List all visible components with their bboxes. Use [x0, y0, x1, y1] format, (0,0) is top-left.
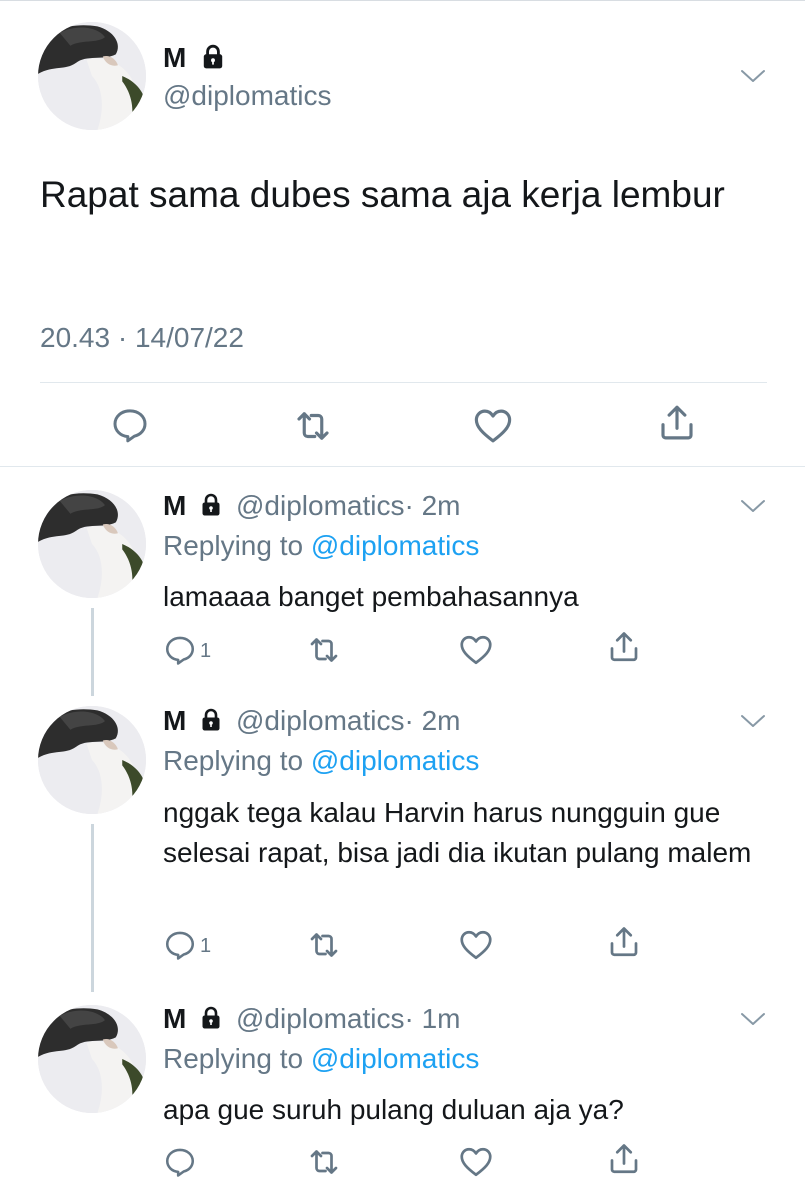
reply-icon[interactable]	[163, 1145, 197, 1179]
like-icon[interactable]	[472, 405, 514, 447]
time-ago: · 2m	[404, 705, 461, 736]
reply-count: 1	[200, 935, 212, 957]
retweet-icon[interactable]	[306, 1144, 342, 1180]
tweet-text: nggak tega kalau Harvin harus nungguin g…	[163, 797, 752, 868]
tweet-timestamp[interactable]: 20.43 · 14/07/22	[40, 322, 244, 354]
chevron-down-icon[interactable]	[740, 498, 766, 514]
share-icon[interactable]	[606, 1141, 642, 1177]
chevron-down-icon[interactable]	[740, 713, 766, 729]
username-time[interactable]: @diplomatics· 1m	[236, 1003, 460, 1035]
display-name[interactable]: M	[163, 490, 186, 522]
thread-line	[91, 608, 94, 696]
section-divider	[0, 466, 805, 467]
replying-to: Replying to @diplomatics	[163, 530, 479, 562]
replying-to: Replying to @diplomatics	[163, 1043, 479, 1075]
avatar[interactable]	[38, 1005, 146, 1113]
replying-prefix: Replying to	[163, 745, 311, 776]
username[interactable]: @diplomatics	[236, 1003, 404, 1034]
username-time[interactable]: @diplomatics· 2m	[236, 490, 460, 522]
mention-link[interactable]: @diplomatics	[311, 745, 479, 776]
mention-link[interactable]: @diplomatics	[311, 530, 479, 561]
time-ago: · 1m	[404, 1003, 461, 1034]
chevron-down-icon[interactable]	[740, 1011, 766, 1027]
lock-icon	[199, 44, 227, 70]
time-ago: · 2m	[404, 490, 461, 521]
username[interactable]: @diplomatics	[163, 80, 331, 112]
display-name[interactable]: M	[163, 42, 186, 74]
lock-icon	[198, 493, 224, 517]
tweet-text: lamaaaa banget pembahasannya	[163, 581, 579, 612]
share-icon[interactable]	[656, 402, 698, 444]
username[interactable]: @diplomatics	[236, 705, 404, 736]
display-name[interactable]: M	[163, 705, 186, 737]
like-icon[interactable]	[458, 927, 494, 963]
reply-icon[interactable]	[163, 928, 197, 962]
avatar[interactable]	[38, 22, 146, 130]
like-icon[interactable]	[458, 632, 494, 668]
chevron-down-icon[interactable]	[740, 68, 766, 84]
avatar[interactable]	[38, 490, 146, 598]
retweet-icon[interactable]	[306, 927, 342, 963]
lock-icon	[198, 1006, 224, 1030]
reply-icon[interactable]	[163, 633, 197, 667]
replying-to: Replying to @diplomatics	[163, 745, 479, 777]
username[interactable]: @diplomatics	[236, 490, 404, 521]
avatar[interactable]	[38, 706, 146, 814]
like-icon[interactable]	[458, 1144, 494, 1180]
retweet-icon[interactable]	[306, 632, 342, 668]
lock-icon	[198, 708, 224, 732]
mention-link[interactable]: @diplomatics	[311, 1043, 479, 1074]
share-icon[interactable]	[606, 629, 642, 665]
display-name[interactable]: M	[163, 1003, 186, 1035]
replying-prefix: Replying to	[163, 530, 311, 561]
thread-line	[91, 824, 94, 992]
reply-icon[interactable]	[110, 405, 150, 445]
replying-prefix: Replying to	[163, 1043, 311, 1074]
tweet-text: Rapat sama dubes sama aja kerja lembur	[40, 174, 725, 215]
retweet-icon[interactable]	[292, 405, 334, 447]
tweet-text: apa gue suruh pulang duluan aja ya?	[163, 1094, 624, 1125]
share-icon[interactable]	[606, 924, 642, 960]
reply-count: 1	[200, 640, 212, 662]
username-time[interactable]: @diplomatics· 2m	[236, 705, 460, 737]
meta-divider	[40, 382, 767, 383]
top-divider	[0, 0, 805, 1]
